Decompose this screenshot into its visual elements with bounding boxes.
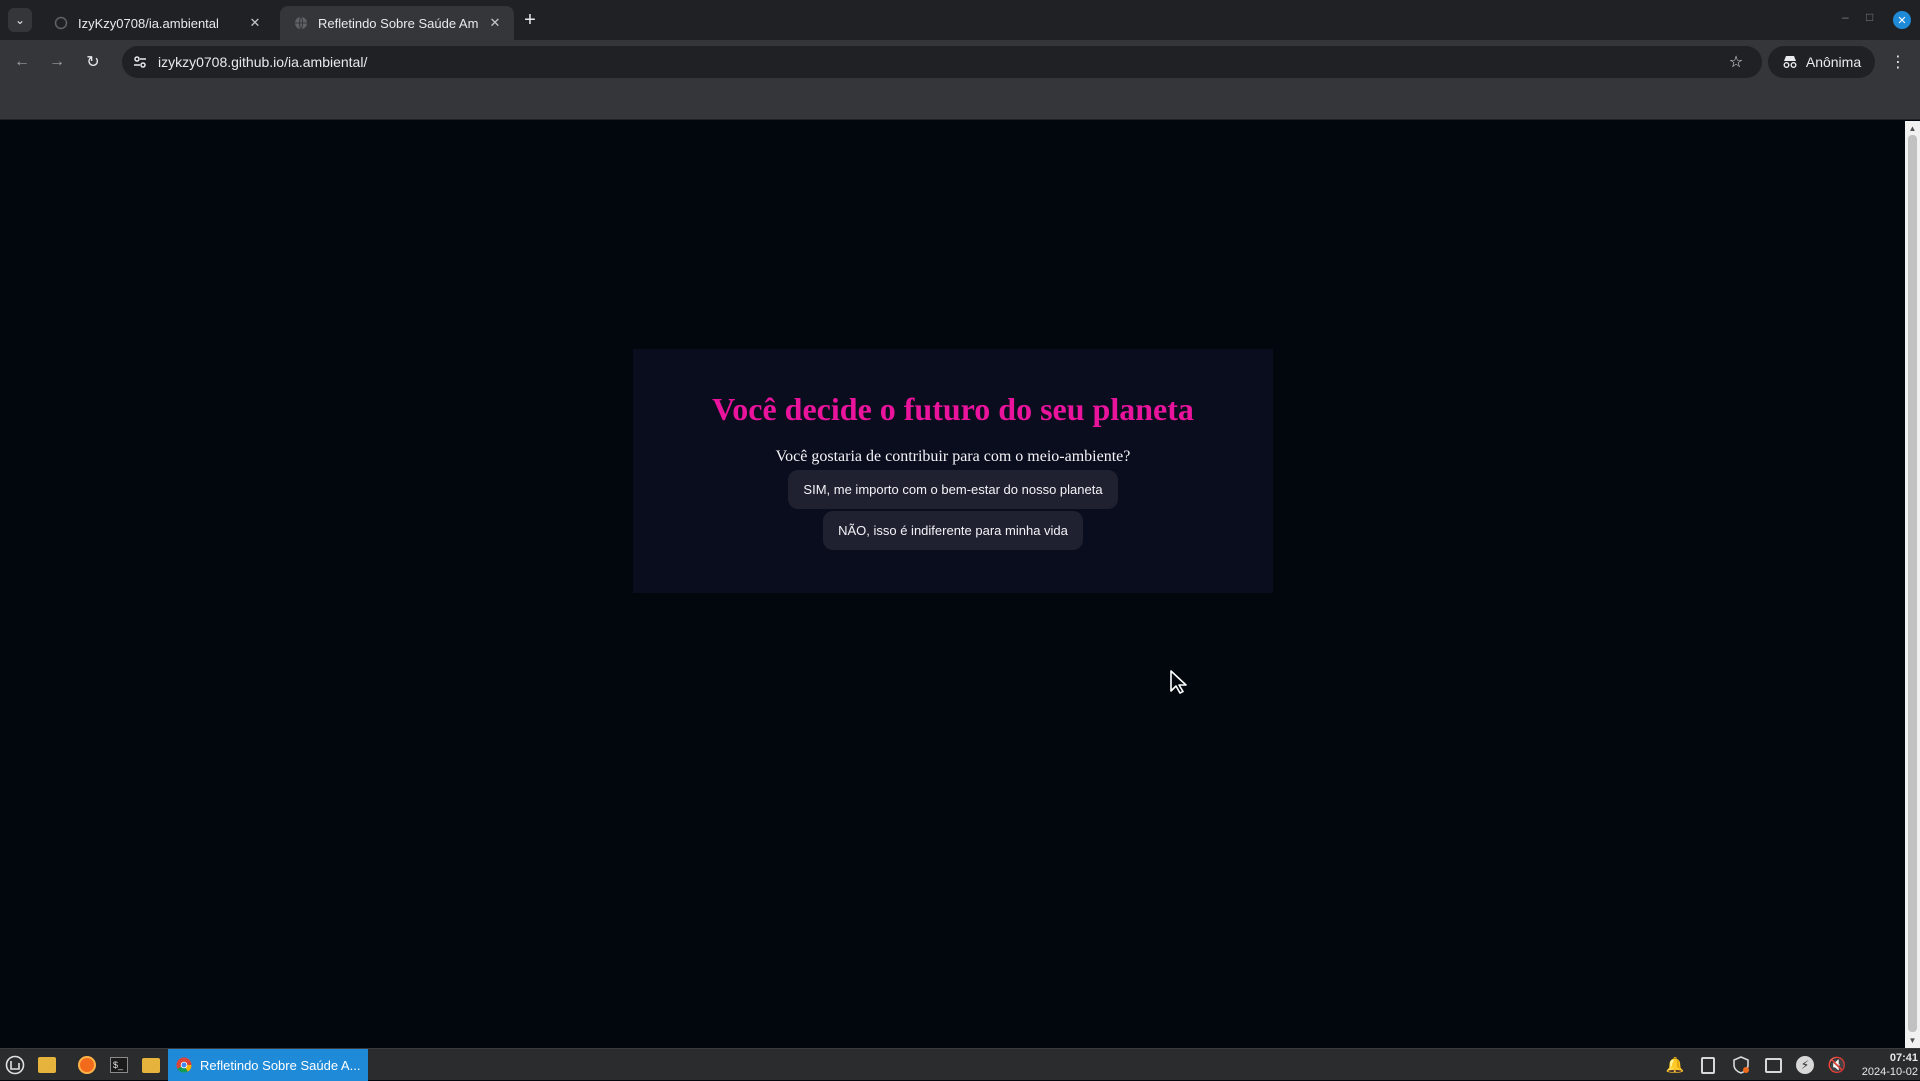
plus-icon: + bbox=[524, 8, 536, 31]
more-vertical-icon: ⋮ bbox=[1890, 54, 1906, 71]
back-button[interactable]: ← bbox=[10, 50, 34, 74]
page-title: Você decide o futuro do seu planeta bbox=[712, 391, 1194, 427]
globe-icon bbox=[295, 16, 307, 30]
firefox-icon[interactable] bbox=[75, 1053, 99, 1077]
system-taskbar: $_ Refletindo Sobre Saúde A... 🔔 ⚡ 🔇 07:… bbox=[0, 1048, 1920, 1081]
page-scrollbar[interactable]: ▲ ▼ bbox=[1905, 121, 1920, 1048]
browser-toolbar: ← → ↻ izykzy0708.github.io/ia.ambiental/… bbox=[0, 40, 1920, 84]
system-clock[interactable]: 07:41 2024-10-02 bbox=[1852, 1051, 1918, 1079]
scroll-up-icon[interactable]: ▲ bbox=[1908, 124, 1917, 133]
chrome-icon bbox=[176, 1057, 192, 1073]
site-info-icon[interactable] bbox=[130, 52, 150, 72]
tab-refletindo[interactable]: Refletindo Sobre Saúde Am ✕ bbox=[280, 6, 514, 40]
clipboard-icon[interactable] bbox=[1698, 1055, 1718, 1075]
arrow-right-icon: → bbox=[49, 53, 65, 70]
minimize-icon[interactable]: – bbox=[1842, 10, 1849, 24]
shield-update-icon[interactable] bbox=[1731, 1055, 1751, 1075]
mouse-cursor-icon bbox=[1170, 670, 1187, 694]
close-icon[interactable]: ✕ bbox=[246, 14, 264, 32]
no-option-button[interactable]: NÃO, isso é indiferente para minha vida bbox=[823, 511, 1083, 550]
reload-icon: ↻ bbox=[86, 54, 100, 71]
close-icon: ✕ bbox=[1897, 14, 1907, 27]
question-card: Você decide o futuro do seu planeta Você… bbox=[633, 349, 1273, 593]
scroll-down-icon[interactable]: ▼ bbox=[1908, 1036, 1917, 1045]
power-bolt-icon[interactable]: ⚡ bbox=[1795, 1055, 1815, 1075]
clock-time: 07:41 bbox=[1889, 1052, 1918, 1064]
taskbar-window-title: Refletindo Sobre Saúde A... bbox=[200, 1057, 361, 1073]
tab-title: Refletindo Sobre Saúde Am bbox=[318, 15, 479, 31]
show-desktop-icon[interactable] bbox=[35, 1053, 59, 1077]
loading-spinner-icon bbox=[54, 16, 68, 30]
notification-bell-icon[interactable]: 🔔 bbox=[1665, 1055, 1685, 1075]
window-close-button[interactable]: ✕ bbox=[1893, 11, 1911, 29]
forward-button[interactable]: → bbox=[45, 50, 69, 74]
maximize-icon[interactable]: □ bbox=[1866, 10, 1873, 24]
question-text: Você gostaria de contribuir para com o m… bbox=[775, 448, 1131, 465]
tab-search-button[interactable]: ⌄ bbox=[8, 8, 32, 32]
yes-option-button[interactable]: SIM, me importo com o bem-estar do nosso… bbox=[788, 470, 1118, 509]
terminal-icon[interactable]: $_ bbox=[107, 1053, 131, 1077]
taskbar-window-chrome[interactable]: Refletindo Sobre Saúde A... bbox=[168, 1049, 368, 1081]
bookmark-star-icon[interactable]: ☆ bbox=[1724, 50, 1748, 74]
chevron-down-icon: ⌄ bbox=[14, 13, 26, 27]
profile-label: Anônima bbox=[1805, 54, 1862, 70]
address-bar[interactable]: izykzy0708.github.io/ia.ambiental/ ☆ bbox=[122, 46, 1762, 78]
scrollbar-thumb[interactable] bbox=[1908, 135, 1917, 1032]
volume-muted-icon[interactable]: 🔇 bbox=[1827, 1055, 1847, 1075]
incognito-icon bbox=[1783, 56, 1797, 68]
tab-strip: ⌄ IzyKzy0708/ia.ambiental ✕ Refletindo S… bbox=[0, 0, 1920, 40]
clock-date: 2024-10-02 bbox=[1861, 1066, 1918, 1078]
close-icon[interactable]: ✕ bbox=[486, 14, 504, 32]
file-manager-icon[interactable] bbox=[139, 1053, 163, 1077]
tab-github-repo[interactable]: IzyKzy0708/ia.ambiental ✕ bbox=[40, 6, 274, 40]
start-menu-icon[interactable] bbox=[3, 1053, 27, 1077]
new-tab-button[interactable]: + bbox=[518, 8, 542, 32]
tab-title: IzyKzy0708/ia.ambiental bbox=[78, 15, 219, 31]
incognito-profile-button[interactable]: Anônima bbox=[1768, 46, 1875, 78]
url-text: izykzy0708.github.io/ia.ambiental/ bbox=[158, 54, 368, 70]
arrow-left-icon: ← bbox=[14, 53, 30, 70]
window-list-icon[interactable] bbox=[1763, 1055, 1783, 1075]
reload-button[interactable]: ↻ bbox=[81, 50, 105, 74]
browser-menu-button[interactable]: ⋮ bbox=[1886, 50, 1910, 74]
bookmarks-bar bbox=[0, 84, 1920, 120]
